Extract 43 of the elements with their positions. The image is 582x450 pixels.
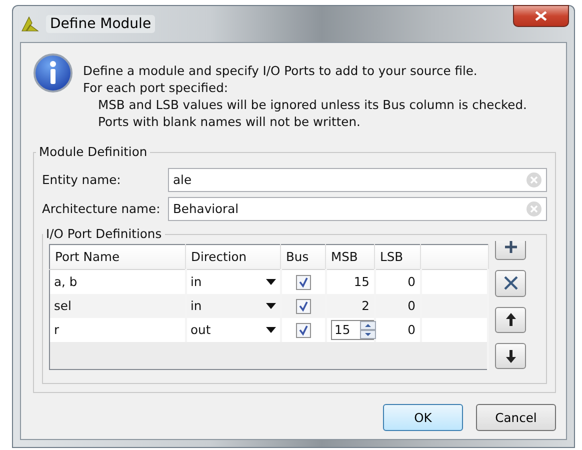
table-cell: sel (50, 294, 186, 318)
field-label: Architecture name: (42, 202, 162, 216)
table-cell: r (50, 318, 186, 342)
table-cell: 0 (374, 270, 420, 294)
table-cell: a, b (50, 270, 186, 294)
group-title: I/O Port Definitions (45, 228, 163, 241)
column-header[interactable]: LSB (374, 244, 420, 270)
column-header[interactable]: MSB (326, 244, 374, 270)
window-title: Define Module (46, 15, 156, 33)
ok-button[interactable]: OK (383, 404, 463, 431)
table-cell: 0 (374, 294, 420, 318)
info-text: For each port specified: (83, 80, 230, 97)
spinner-arrows-icon[interactable] (360, 321, 376, 339)
cancel-button[interactable]: Cancel (476, 404, 556, 431)
field-label: Entity name: (42, 172, 122, 186)
checkbox[interactable] (296, 298, 310, 314)
checkbox[interactable] (296, 274, 310, 290)
close-button[interactable] (513, 5, 569, 27)
up-button[interactable] (495, 306, 526, 333)
down-button[interactable] (495, 342, 526, 369)
plus-icon (502, 239, 518, 256)
remove-button[interactable] (495, 270, 526, 296)
info-text: MSB and LSB values will be ignored unless its Bus column is checked. (97, 97, 527, 114)
text-field[interactable]: Behavioral (168, 196, 547, 220)
group-title: Module Definition (38, 145, 148, 159)
caret-icon (266, 279, 276, 285)
column-header[interactable]: Direction (186, 244, 280, 270)
table-cell: 15 (326, 270, 374, 294)
checkbox[interactable] (296, 322, 310, 338)
column-header[interactable]: Port Name (50, 244, 186, 270)
app-logo-icon (20, 15, 40, 33)
column-header[interactable]: Bus (280, 244, 326, 270)
caret-icon (266, 303, 276, 309)
info-text: Define a module and specify I/O Ports to add to your source file. (83, 63, 478, 80)
info-icon (33, 53, 73, 93)
info-text: Ports with blank names will not be written. (97, 114, 362, 131)
text-field[interactable]: ale (168, 168, 547, 192)
spinner-field[interactable]: 15 (330, 320, 376, 340)
close-icon (502, 275, 518, 292)
table-cell: 0 (374, 318, 420, 342)
close-icon (535, 11, 547, 21)
table-cell: 2 (326, 294, 374, 318)
caret-icon (266, 327, 276, 333)
